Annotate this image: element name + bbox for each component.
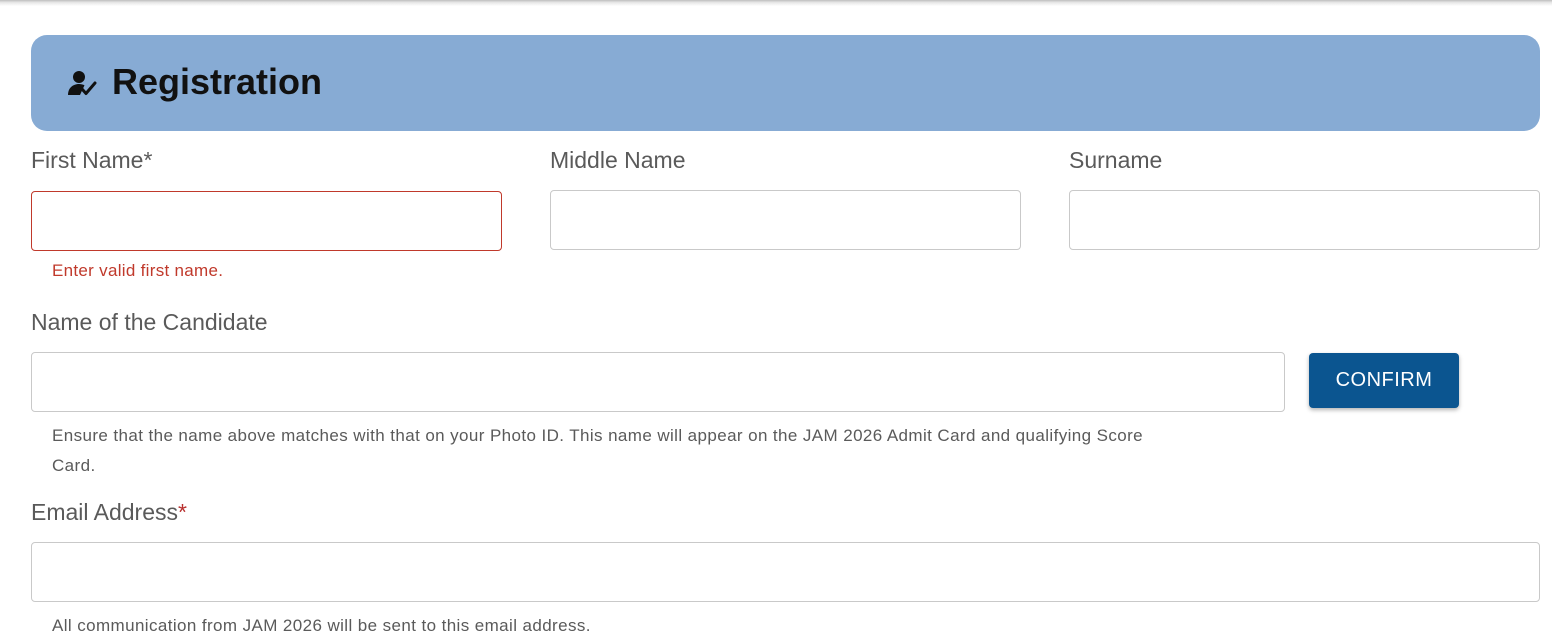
- first-name-label-text: First Name: [31, 147, 144, 173]
- first-name-label: First Name*: [31, 146, 152, 174]
- user-check-icon: [68, 71, 97, 95]
- candidate-name-help-line-2: Card.: [52, 456, 96, 475]
- first-name-required-marker: *: [143, 147, 153, 173]
- candidate-name-help-line-1: Ensure that the name above matches with …: [52, 426, 1144, 445]
- middle-name-label: Middle Name: [550, 147, 686, 173]
- candidate-name-input[interactable]: [31, 352, 1285, 412]
- confirm-button[interactable]: CONFIRM: [1309, 353, 1459, 408]
- candidate-name-label: Name of the Candidate: [31, 309, 268, 335]
- email-label: Email Address*: [31, 498, 187, 526]
- email-required-marker: *: [178, 499, 187, 525]
- first-name-error: Enter valid first name.: [52, 261, 224, 280]
- email-input[interactable]: [31, 542, 1540, 602]
- email-help: All communication from JAM 2026 will be …: [52, 616, 591, 635]
- email-label-text: Email Address: [31, 499, 179, 525]
- first-name-input[interactable]: [31, 191, 502, 251]
- middle-name-input[interactable]: [550, 190, 1021, 250]
- page-title: Registration: [112, 61, 323, 102]
- top-shadow-divider: [0, 0, 1552, 6]
- surname-label: Surname: [1069, 147, 1163, 173]
- surname-input[interactable]: [1069, 190, 1540, 250]
